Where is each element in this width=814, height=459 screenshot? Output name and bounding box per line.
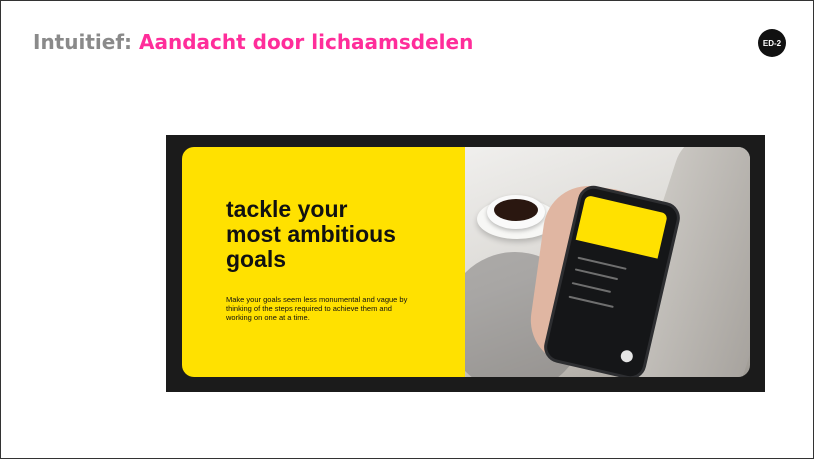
headline-line-1: tackle your <box>226 196 348 222</box>
slide-badge: ED-2 <box>758 29 786 57</box>
phone-screen-line <box>577 256 627 270</box>
coffee-shape <box>494 199 538 221</box>
ad-yellow-panel: tackle your most ambitious goals Make yo… <box>182 147 465 377</box>
phone-fab-icon <box>619 349 634 364</box>
phone-screen-header <box>575 194 668 259</box>
ad-image: tackle your most ambitious goals Make yo… <box>166 135 765 392</box>
headline-line-3: goals <box>226 246 287 272</box>
title-main: Aandacht door lichaamsdelen <box>138 30 474 54</box>
title-prefix: Intuitief: <box>33 30 139 54</box>
ad-headline: tackle your most ambitious goals <box>226 197 396 272</box>
slide-title: Intuitief: Aandacht door lichaamsdelen <box>33 30 473 54</box>
phone-screen-line <box>568 295 614 308</box>
ad-photo <box>465 147 750 377</box>
phone-screen-line <box>574 268 619 281</box>
headline-line-2: most ambitious <box>226 221 396 247</box>
ad-body-text: Make your goals seem less monumental and… <box>226 295 408 322</box>
phone-screen-line <box>571 282 612 293</box>
ad-card: tackle your most ambitious goals Make yo… <box>182 147 750 377</box>
